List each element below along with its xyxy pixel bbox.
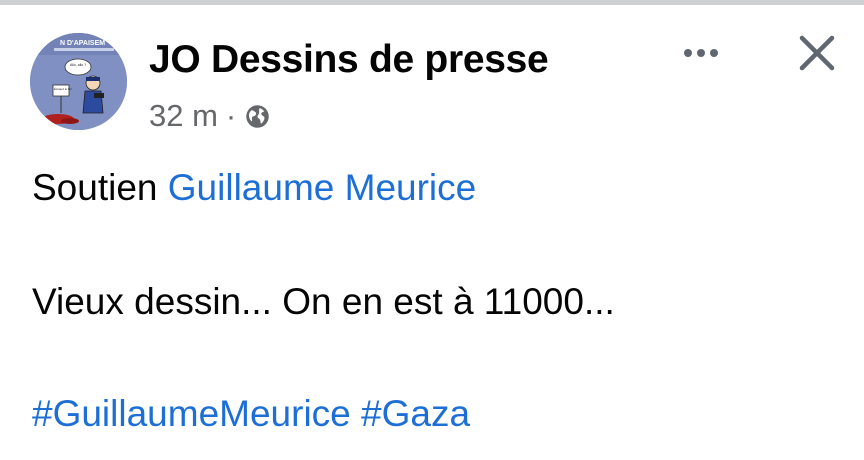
page-avatar[interactable]: N D'APAISEM Allo, allo ? Écrasez le tiri…	[30, 33, 127, 130]
hashtag-separator	[351, 393, 361, 434]
more-horizontal-icon	[684, 49, 718, 57]
close-button[interactable]	[790, 26, 844, 80]
post-hashtags: #GuillaumeMeurice #Gaza	[32, 392, 470, 436]
meta-separator: ·	[225, 98, 237, 133]
page-name[interactable]: JO Dessins de presse	[149, 36, 549, 84]
more-options-button[interactable]	[674, 30, 728, 76]
post-text-prefix: Soutien	[32, 167, 168, 208]
mention-link[interactable]: Guillaume Meurice	[168, 167, 476, 208]
post-text-line-2: Vieux dessin... On en est à 11000...	[32, 281, 615, 322]
top-divider	[0, 0, 864, 5]
avatar-title: N D'APAISEM	[60, 40, 105, 47]
post-meta: 32 m ·	[149, 96, 271, 136]
avatar-sign-text: Écrasez le tirit	[54, 86, 72, 91]
post-text-line-1: Soutien Guillaume Meurice	[32, 166, 476, 210]
hashtag-link-guillaumemeurice[interactable]: #GuillaumeMeurice	[32, 393, 351, 434]
close-icon	[799, 35, 835, 71]
avatar-bubble-text: Allo, allo ?	[70, 63, 86, 67]
hashtag-link-gaza[interactable]: #Gaza	[361, 393, 470, 434]
avatar-cartoon-image: N D'APAISEM Allo, allo ? Écrasez le tiri…	[30, 33, 127, 130]
globe-icon	[242, 103, 271, 130]
post-timestamp[interactable]: 32 m	[149, 98, 218, 134]
